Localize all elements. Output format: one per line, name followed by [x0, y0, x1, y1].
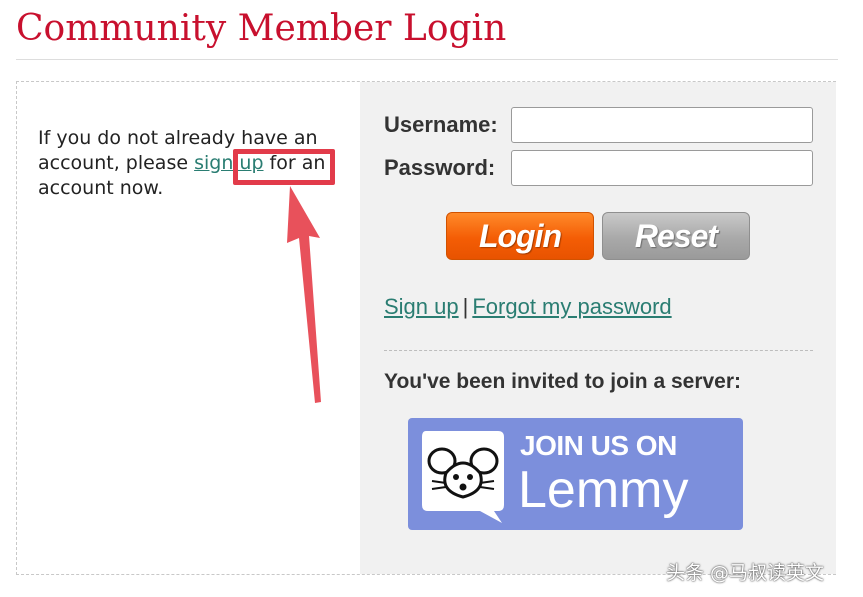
- forgot-password-link[interactable]: Forgot my password: [472, 294, 671, 319]
- login-form-column: Username: Password: Login Reset Sign up |…: [360, 82, 836, 574]
- banner-join-text: JOIN US ON: [520, 430, 677, 461]
- username-input[interactable]: [511, 107, 813, 143]
- section-divider: [384, 350, 813, 351]
- password-input[interactable]: [511, 150, 813, 186]
- password-label: Password:: [384, 155, 496, 180]
- page-title: Community Member Login: [16, 8, 507, 49]
- pointer-arrow-icon: [287, 186, 321, 403]
- annotation-highlight-box: [233, 149, 335, 185]
- login-panel: If you do not already have an account, p…: [16, 81, 836, 575]
- signup-info-column: If you do not already have an account, p…: [17, 82, 360, 574]
- join-lemmy-banner[interactable]: JOIN US ON Lemmy: [408, 418, 743, 530]
- watermark: 头条 @马叔读英文: [666, 562, 825, 584]
- signup-link[interactable]: Sign up: [384, 294, 459, 319]
- invite-heading: You've been invited to join a server:: [384, 370, 742, 393]
- links-separator: |: [462, 294, 469, 319]
- account-links: Sign up | Forgot my password: [384, 294, 672, 320]
- username-label: Username:: [384, 112, 498, 137]
- login-button[interactable]: Login: [446, 212, 594, 260]
- title-divider: [16, 59, 838, 60]
- lemmy-mouse-icon: [422, 431, 504, 523]
- reset-button[interactable]: Reset: [602, 212, 750, 260]
- banner-lemmy-text: Lemmy: [518, 461, 689, 519]
